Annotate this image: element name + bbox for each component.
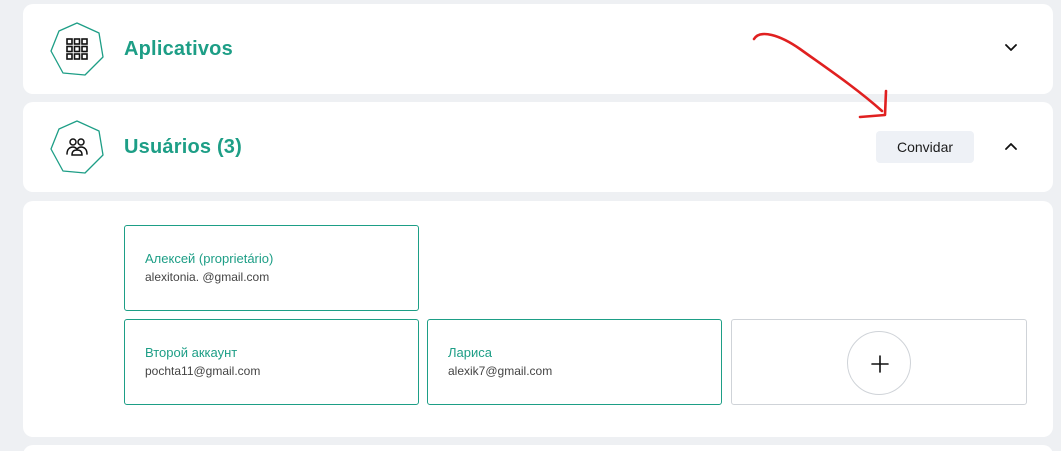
next-section — [23, 445, 1053, 451]
plus-icon — [871, 355, 889, 373]
users-list: Алексей (proprietário) alexitonia. @gmai… — [23, 201, 1053, 437]
add-user-card[interactable] — [731, 319, 1027, 405]
apps-grid-icon — [66, 38, 88, 60]
user-email: pochta11@gmail.com — [145, 364, 261, 378]
users-section[interactable]: Usuários (3) Convidar — [23, 102, 1053, 192]
invite-button[interactable]: Convidar — [876, 131, 974, 163]
users-section-title: Usuários (3) — [124, 136, 242, 158]
apps-section-title: Aplicativos — [124, 38, 233, 60]
chevron-down-icon[interactable] — [1000, 37, 1022, 59]
users-group-icon — [66, 138, 88, 156]
user-name: Алексей (proprietário) — [145, 251, 274, 266]
user-card[interactable]: Второй аккаунт pochta11@gmail.com — [124, 319, 419, 405]
user-name: Лариса — [448, 345, 492, 360]
add-user-button[interactable] — [847, 331, 911, 395]
apps-section[interactable]: Aplicativos — [23, 4, 1053, 94]
user-name: Второй аккаунт — [145, 345, 238, 360]
apps-section-badge — [49, 21, 105, 77]
users-section-badge — [49, 119, 105, 175]
user-email: alexik7@gmail.com — [448, 364, 553, 378]
user-card-owner[interactable]: Алексей (proprietário) alexitonia. @gmai… — [124, 225, 419, 311]
user-card[interactable]: Лариса alexik7@gmail.com — [427, 319, 722, 405]
user-email: alexitonia. @gmail.com — [145, 270, 270, 284]
chevron-up-icon[interactable] — [1000, 135, 1022, 157]
